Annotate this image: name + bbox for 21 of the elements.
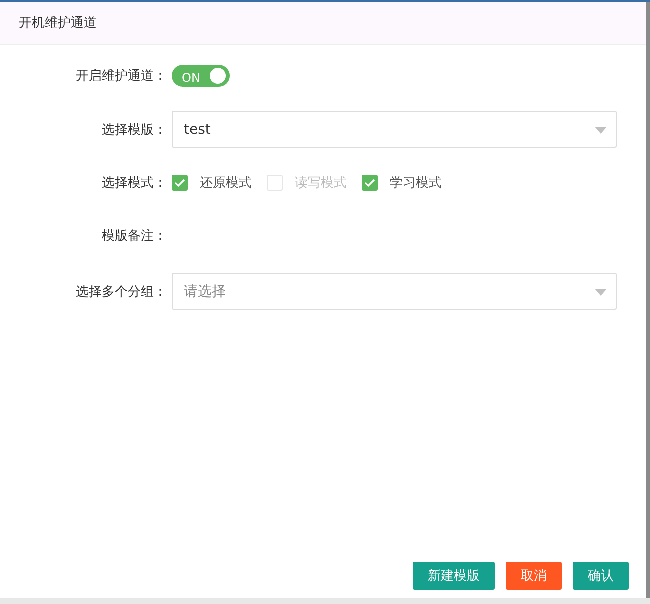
select-field[interactable]: test [172,111,617,148]
field-label: 选择模版： [101,122,167,138]
action-button[interactable]: 确认 [573,562,629,590]
checkbox[interactable] [362,175,378,191]
field-label: 选择多个分组： [75,284,167,300]
action-button[interactable]: 新建模版 [413,562,495,590]
caret-icon [595,289,607,296]
caret-icon [595,127,607,134]
checkbox-label: 还原模式 [200,175,252,192]
checkbox-label: 学习模式 [390,175,442,192]
field-label: 模版备注： [101,228,167,245]
dialog-title: 开机维护通道 [19,15,97,32]
toggle-switch[interactable]: ON [172,65,230,87]
field-label: 开启维护通道： [75,68,167,85]
checkbox[interactable] [172,175,188,191]
checkbox-label: 读写模式 [295,175,347,192]
cancel-button[interactable]: 取消 [506,562,562,590]
check-icon [364,178,376,188]
select-field[interactable]: 请选择 [172,273,617,310]
field-label: 选择模式： [101,175,167,192]
check-icon [174,178,186,188]
